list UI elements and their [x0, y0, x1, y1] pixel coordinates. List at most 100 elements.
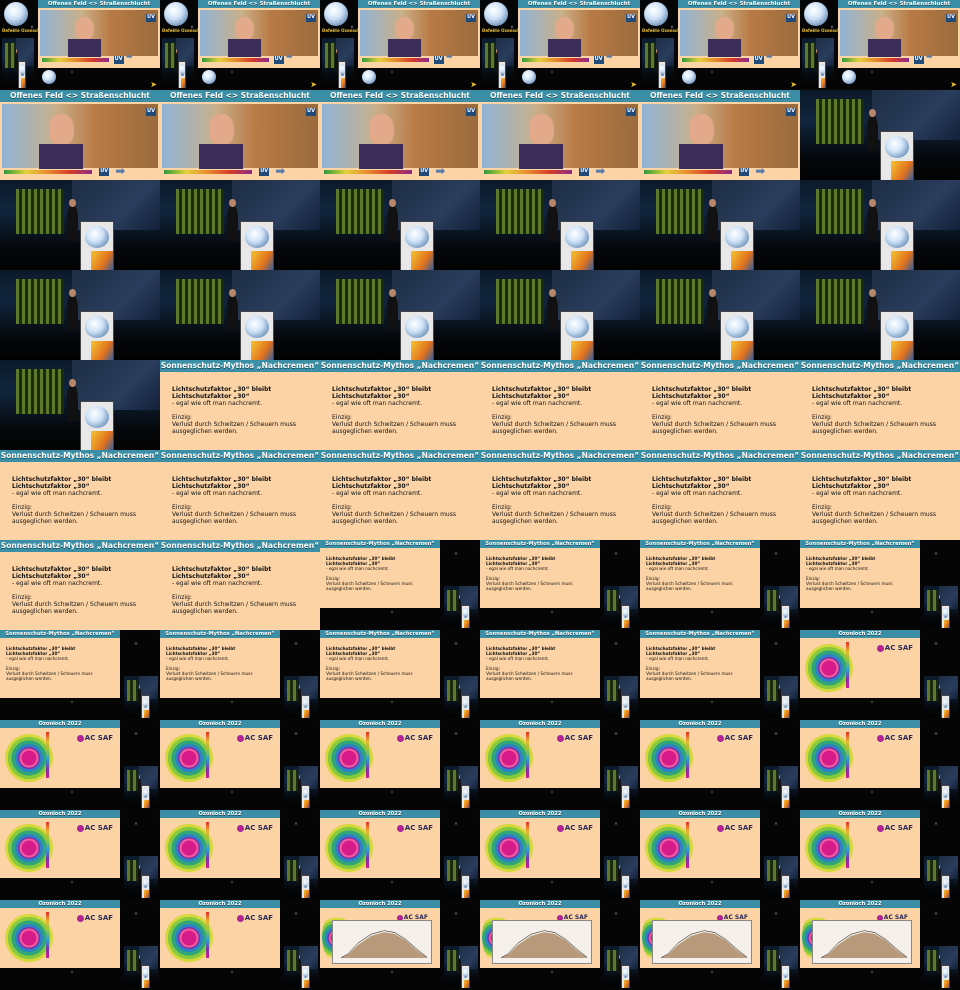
speaker: [387, 199, 399, 242]
logo-globe-icon: [324, 2, 348, 26]
acsaf-logo: AC SAF: [76, 734, 113, 742]
globe-icon: [404, 226, 430, 249]
speaker-head: [869, 199, 877, 208]
speaker-face: [688, 113, 714, 146]
video-frame: Sonnenschutz-Mythos „Nachcremen“ Lichtsch…: [0, 630, 160, 720]
stage-shot: [924, 766, 958, 808]
podium: [880, 220, 914, 270]
podium: [301, 784, 310, 808]
color-scale: [365, 822, 369, 868]
lattice-wall: [656, 279, 704, 324]
poster-graphic: [784, 709, 789, 718]
slide-ozonloch-plot: Ozonloch 2022 AC SAF: [480, 900, 600, 968]
globe-icon: [462, 698, 468, 709]
acsaf-logo: AC SAF: [876, 644, 913, 652]
speaker: [387, 289, 399, 332]
body-line: Einzig:: [652, 414, 672, 421]
body-line: Lichtschutzfaktor „30“ bleibt Lichtschut…: [172, 476, 272, 490]
body-line: - egal wie oft man nachcremt.: [332, 400, 423, 407]
poster-graphic: [464, 709, 469, 718]
speaker-camera-inset: [482, 38, 514, 88]
acsaf-logo-text: AC SAF: [84, 824, 114, 832]
globe-icon: [622, 608, 628, 619]
speaker-head: [458, 775, 461, 779]
globe-icon: [622, 878, 628, 889]
speaker-head: [389, 289, 397, 298]
slide-mythos: Sonnenschutz-Mythos „Nachcremen“ Lichtsch…: [640, 360, 800, 450]
speaker-head: [298, 685, 301, 689]
globe-icon: [302, 698, 308, 709]
slide-title: Ozonloch 2022: [0, 900, 120, 908]
acsaf-logo-text: AC SAF: [244, 914, 274, 922]
lattice-wall: [607, 590, 618, 612]
color-scale: [685, 732, 689, 778]
podium: [301, 694, 310, 718]
stage-shot: [284, 676, 318, 718]
slide-title: Ozonloch 2022: [640, 900, 760, 908]
uv-label: UV: [626, 108, 636, 116]
cursor-icon: ➤: [150, 80, 157, 89]
slide-title: Sonnenschutz-Mythos „Nachcremen“: [160, 540, 320, 552]
acsaf-logo-text: AC SAF: [404, 734, 434, 742]
body-line: Einzig:: [12, 594, 32, 601]
slide-title: Sonnenschutz-Mythos „Nachcremen“: [640, 360, 800, 372]
poster-graphic: [784, 979, 789, 988]
podium: [880, 310, 914, 360]
slide-body: Lichtschutzfaktor „30“ bleibt Lichtschut…: [172, 476, 316, 525]
stage-shot: [764, 766, 798, 808]
acsaf-logo-mark: [716, 824, 724, 832]
lattice-wall: [767, 860, 778, 882]
poster-graphic: [820, 78, 826, 88]
uv-label: UV: [306, 14, 316, 22]
slide-offenes-feld: Offenes Feld <> Straßenschlucht UV UV ➡: [320, 90, 480, 180]
body-line: Lichtschutzfaktor „30“ bleibt Lichtschut…: [6, 646, 76, 656]
slide-body: Lichtschutzfaktor „30“ bleibt Lichtschut…: [492, 386, 636, 435]
globe-icon: [884, 316, 910, 339]
slide-title: Ozonloch 2022: [320, 720, 440, 728]
speaker-head: [938, 685, 941, 689]
podium: [338, 60, 347, 88]
globe-icon: [42, 70, 56, 84]
speaker-head: [229, 199, 237, 208]
speaker-head: [138, 955, 141, 959]
poster-graphic: [304, 889, 309, 898]
globe-icon: [244, 226, 270, 249]
lattice-wall: [607, 950, 618, 972]
acsaf-logo-mark: [876, 824, 884, 832]
body-line: ausgeglichen werden.: [12, 608, 78, 615]
plot-range-band: [340, 932, 428, 958]
slide-ozonloch: Ozonloch 2022 AC SAF: [480, 810, 600, 878]
globe-icon: [942, 878, 948, 889]
video-frame: Sonnenschutz-Mythos „Nachcremen“ Lichtsch…: [160, 360, 320, 450]
body-line: ausgeglichen werden.: [172, 428, 238, 435]
lattice-wall: [485, 43, 495, 68]
video-frame: [160, 270, 320, 360]
lattice-wall: [607, 680, 618, 702]
body-line: ausgeglichen werden.: [652, 518, 718, 525]
podium: [621, 964, 630, 988]
slide-offenes-feld: Offenes Feld <> Straßenschlucht UV UV ➡: [198, 0, 320, 68]
video-frame: [0, 180, 160, 270]
slide-ozonloch: Ozonloch 2022 AC SAF: [0, 810, 120, 878]
podium: [80, 220, 114, 270]
slide-title: Offenes Feld <> Straßenschlucht: [518, 0, 640, 8]
logo-globe-icon: [4, 2, 28, 26]
body-line: Verlust durch Schwitzen / Scheuern muss: [172, 601, 296, 608]
poster-graphic: [464, 889, 469, 898]
acsaf-logo-mark: [236, 734, 244, 742]
slide-photo: [482, 104, 638, 170]
slide-body: Lichtschutzfaktor „30“ bleibt Lichtschut…: [172, 386, 316, 435]
slide-title: Sonnenschutz-Mythos „Nachcremen“: [160, 450, 320, 462]
acsaf-logo-mark: [716, 734, 724, 742]
slide-mythos: Sonnenschutz-Mythos „Nachcremen“ Lichtsch…: [640, 450, 800, 540]
plot-range-band: [820, 932, 908, 958]
slide-ozonloch: Ozonloch 2022 AC SAF: [320, 810, 440, 878]
acsaf-logo: AC SAF: [396, 824, 433, 832]
slide-photo: [322, 104, 478, 170]
podium: [141, 694, 150, 718]
lattice-wall: [287, 770, 298, 792]
